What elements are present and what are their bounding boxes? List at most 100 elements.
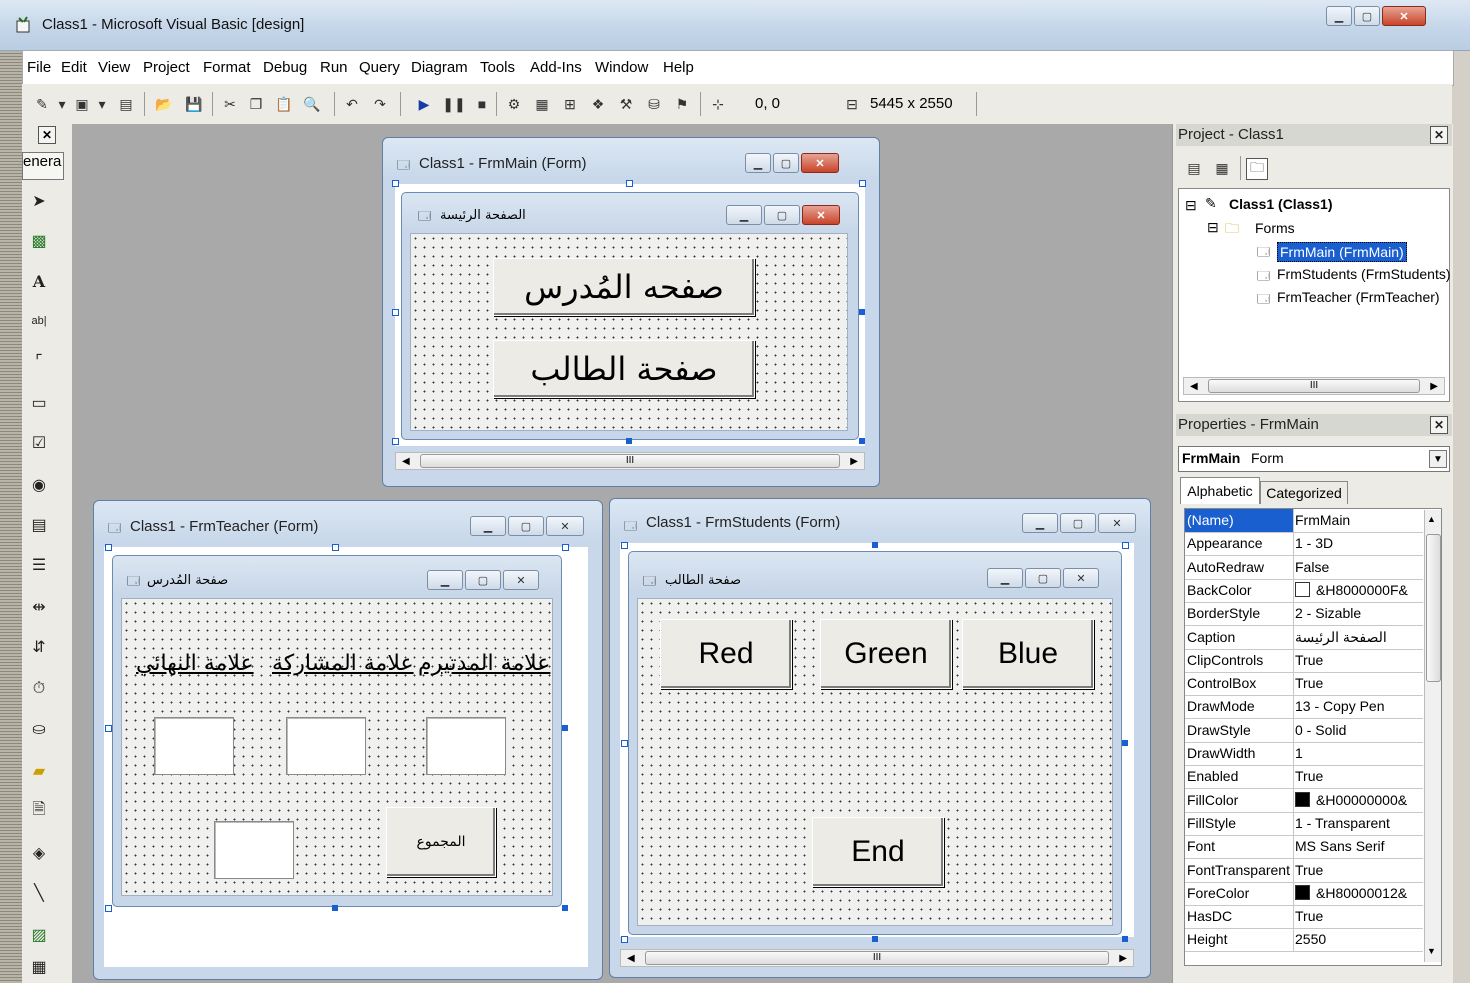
timer-icon[interactable]: ⏱ bbox=[26, 676, 52, 702]
menu-window[interactable]: Window bbox=[595, 59, 648, 76]
close-button[interactable]: ✕ bbox=[1063, 568, 1099, 588]
tree-item-frmteacher[interactable]: FrmTeacher (FrmTeacher) bbox=[1277, 289, 1440, 305]
dirlistbox-icon[interactable]: ▰ bbox=[26, 758, 52, 784]
frmstudents-form[interactable]: 🗔 صفحة الطالب ▁ ▢ ✕ Red Green Blue End bbox=[628, 551, 1122, 935]
resize-handle[interactable] bbox=[392, 180, 399, 187]
scroll-thumb[interactable]: III bbox=[644, 951, 1110, 965]
property-value[interactable]: MS Sans Serif bbox=[1295, 838, 1421, 854]
resize-handle[interactable] bbox=[562, 725, 568, 731]
toggle-folders-icon[interactable]: 🗀 bbox=[1246, 158, 1268, 180]
menu-diagram[interactable]: Diagram bbox=[411, 59, 468, 76]
property-row[interactable]: ForeColor &H80000012& bbox=[1185, 881, 1423, 906]
menu-query[interactable]: Query bbox=[359, 59, 400, 76]
project-explorer-icon[interactable]: ⚙ bbox=[504, 94, 524, 114]
filelistbox-icon[interactable]: 🗎 bbox=[26, 798, 52, 824]
resize-handle[interactable] bbox=[562, 905, 568, 911]
tree-item-frmmain[interactable]: FrmMain (FrmMain) bbox=[1277, 242, 1407, 262]
property-row[interactable]: FillStyle 1 - Transparent bbox=[1185, 811, 1423, 836]
minimize-button[interactable]: ▁ bbox=[745, 153, 771, 173]
property-row[interactable]: (Name) FrmMain bbox=[1185, 509, 1423, 533]
red-button[interactable]: Red bbox=[660, 619, 792, 689]
green-button[interactable]: Green bbox=[820, 619, 952, 689]
maximize-button[interactable]: ▢ bbox=[1354, 6, 1380, 26]
stop-icon[interactable]: ■ bbox=[472, 94, 492, 114]
resize-handle[interactable] bbox=[392, 438, 399, 445]
scroll-left-arrow[interactable]: ◀ bbox=[1190, 381, 1198, 392]
property-row[interactable]: FillColor &H00000000& bbox=[1185, 788, 1423, 813]
resize-handle[interactable] bbox=[626, 438, 632, 444]
scroll-down-arrow[interactable]: ▼ bbox=[1427, 946, 1436, 956]
maximize-button[interactable]: ▢ bbox=[465, 570, 501, 590]
properties-close-icon[interactable]: ✕ bbox=[1430, 416, 1448, 434]
drivelistbox-icon[interactable]: ⛀ bbox=[26, 716, 52, 742]
property-value[interactable]: &H80000012& bbox=[1295, 884, 1421, 901]
property-row[interactable]: Height 2550 bbox=[1185, 928, 1423, 953]
property-value[interactable]: True bbox=[1295, 652, 1421, 668]
undo-icon[interactable]: ↶ bbox=[342, 94, 362, 114]
menu-view[interactable]: View bbox=[98, 59, 130, 76]
property-value[interactable]: FrmMain bbox=[1295, 512, 1421, 528]
save-icon[interactable]: 💾 bbox=[184, 94, 204, 114]
close-button[interactable]: ✕ bbox=[1098, 513, 1136, 533]
paste-icon[interactable]: 📋 bbox=[274, 94, 294, 114]
scroll-right-arrow[interactable]: ▶ bbox=[1119, 953, 1127, 964]
picturebox-icon[interactable]: ▩ bbox=[26, 228, 52, 254]
property-value[interactable]: 1 - Transparent bbox=[1295, 815, 1421, 831]
property-value[interactable]: True bbox=[1295, 768, 1421, 784]
frame-icon[interactable]: ⌜ bbox=[26, 348, 52, 374]
copy-icon[interactable]: ❐ bbox=[246, 94, 266, 114]
maximize-button[interactable]: ▢ bbox=[1060, 513, 1096, 533]
property-row[interactable]: Enabled True bbox=[1185, 765, 1423, 790]
data-view-icon[interactable]: ⛁ bbox=[644, 94, 664, 114]
minimize-button[interactable]: ▁ bbox=[987, 568, 1023, 588]
menu-edit[interactable]: Edit bbox=[61, 59, 87, 76]
add-project-icon[interactable]: ✎ bbox=[32, 94, 52, 114]
resize-handle[interactable] bbox=[332, 905, 338, 911]
property-value[interactable]: 2550 bbox=[1295, 931, 1421, 947]
property-value[interactable]: True bbox=[1295, 675, 1421, 691]
properties-vscrollbar[interactable]: ▲ ▼ bbox=[1424, 510, 1441, 962]
property-value[interactable]: True bbox=[1295, 862, 1421, 878]
property-row[interactable]: FontTransparent True bbox=[1185, 858, 1423, 883]
property-row[interactable]: DrawStyle 0 - Solid bbox=[1185, 718, 1423, 743]
resize-handle[interactable] bbox=[621, 936, 628, 943]
scroll-up-arrow[interactable]: ▲ bbox=[1427, 514, 1436, 524]
pointer-icon[interactable]: ➤ bbox=[26, 188, 52, 214]
property-row[interactable]: BorderStyle 2 - Sizable bbox=[1185, 602, 1423, 627]
minimize-button[interactable]: ▁ bbox=[1022, 513, 1058, 533]
scroll-left-arrow[interactable]: ◀ bbox=[627, 953, 635, 964]
menu-project[interactable]: Project bbox=[143, 59, 190, 76]
scroll-thumb[interactable] bbox=[1426, 534, 1441, 682]
hscrollbar-icon[interactable]: ⇹ bbox=[26, 594, 52, 620]
tree-collapse-icon[interactable]: ⊟ bbox=[1207, 219, 1219, 236]
property-value[interactable]: 13 - Copy Pen bbox=[1295, 698, 1421, 714]
resize-handle[interactable] bbox=[1122, 936, 1128, 942]
resize-handle[interactable] bbox=[859, 438, 865, 444]
shape-icon[interactable]: ◈ bbox=[26, 840, 52, 866]
property-row[interactable]: BackColor &H8000000F& bbox=[1185, 578, 1423, 603]
final-grade-textbox[interactable] bbox=[154, 717, 234, 775]
toolbox-tab-general[interactable]: enera bbox=[22, 152, 64, 180]
close-button[interactable]: ✕ bbox=[802, 205, 840, 225]
property-value[interactable]: 0 - Solid bbox=[1295, 722, 1421, 738]
close-button[interactable]: ✕ bbox=[1382, 6, 1426, 26]
start-icon[interactable]: ▶ bbox=[414, 94, 434, 114]
total-textbox[interactable] bbox=[214, 821, 294, 879]
cut-icon[interactable]: ✂ bbox=[220, 94, 240, 114]
frmmain-form[interactable]: 🗔 الصفحة الرئيسة ▁ ▢ ✕ صفحه المُدرس صفحة… bbox=[401, 192, 859, 440]
dropdown-arrow-icon[interactable]: ▾ bbox=[52, 94, 72, 114]
minimize-button[interactable]: ▁ bbox=[726, 205, 762, 225]
scroll-left-arrow[interactable]: ◀ bbox=[402, 456, 410, 467]
scroll-right-arrow[interactable]: ▶ bbox=[1430, 381, 1438, 392]
chevron-down-icon[interactable]: ▼ bbox=[1429, 450, 1447, 468]
vscrollbar-icon[interactable]: ⇵ bbox=[26, 634, 52, 660]
resize-handle[interactable] bbox=[105, 725, 112, 732]
resize-handle[interactable] bbox=[872, 936, 878, 942]
scroll-thumb[interactable]: III bbox=[419, 454, 841, 468]
resize-handle[interactable] bbox=[1122, 740, 1128, 746]
image-icon[interactable]: ▨ bbox=[26, 922, 52, 948]
property-row[interactable]: Font MS Sans Serif bbox=[1185, 835, 1423, 860]
property-value[interactable]: &H8000000F& bbox=[1295, 581, 1421, 598]
resize-handle[interactable] bbox=[859, 309, 865, 315]
resize-handle[interactable] bbox=[562, 544, 569, 551]
